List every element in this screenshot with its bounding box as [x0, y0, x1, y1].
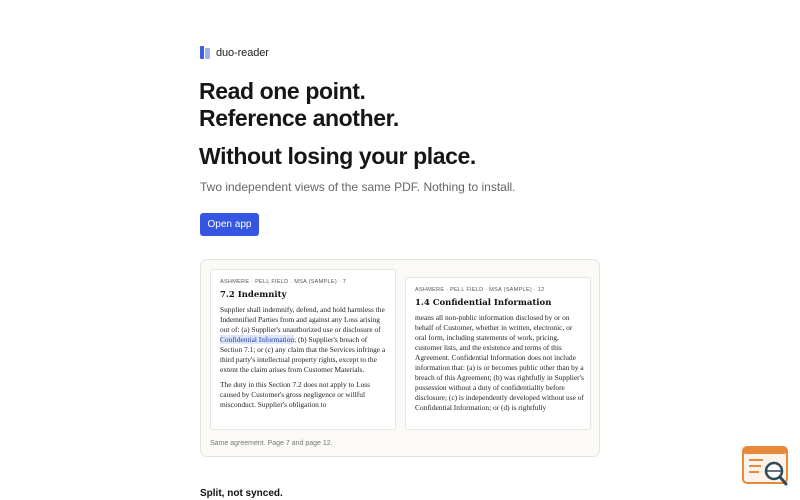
logo-icon	[200, 46, 210, 59]
section-title: 7.2 Indemnity	[220, 290, 287, 300]
hero-headline: Read one point. Reference another.	[199, 78, 399, 132]
text-run: Supplier shall indemnify, defend, and ho…	[220, 305, 385, 334]
brand-logo[interactable]: duo-reader	[200, 46, 269, 59]
page-body: Supplier shall indemnify, defend, and ho…	[220, 305, 390, 415]
headline-line-1: Read one point.	[199, 78, 366, 104]
section-title: 1.4 Confidential Information	[415, 298, 552, 308]
open-app-button[interactable]: Open app	[200, 213, 259, 236]
hero-headline-secondary: Without losing your place.	[199, 143, 476, 169]
brand-name: duo-reader	[216, 46, 269, 59]
demo-caption: Same agreement. Page 7 and page 12.	[210, 440, 333, 447]
highlighted-term-link[interactable]: Confidential Information	[220, 335, 295, 344]
paragraph: Supplier shall indemnify, defend, and ho…	[220, 305, 390, 375]
page-meta: ASHMERE · PELL FIELD · MSA (SAMPLE) · 12	[415, 287, 545, 293]
headline-line-2: Reference another.	[199, 105, 399, 131]
section-heading: Split, not synced.	[200, 488, 283, 499]
search-document-icon	[742, 446, 788, 486]
search-document-widget[interactable]	[741, 445, 791, 489]
page-body: means all non-public information disclos…	[415, 313, 585, 418]
paragraph: means all non-public information disclos…	[415, 313, 584, 412]
paragraph: The duty in this Section 7.2 does not ap…	[220, 380, 371, 409]
page-meta: ASHMERE · PELL FIELD · MSA (SAMPLE) · 7	[220, 279, 347, 285]
hero-subtitle: Two independent views of the same PDF. N…	[200, 180, 516, 194]
demo-preview: ASHMERE · PELL FIELD · MSA (SAMPLE) · 7 …	[200, 259, 600, 457]
left-pdf-view[interactable]: ASHMERE · PELL FIELD · MSA (SAMPLE) · 7 …	[210, 269, 396, 430]
right-pdf-view[interactable]: ASHMERE · PELL FIELD · MSA (SAMPLE) · 12…	[405, 277, 591, 430]
